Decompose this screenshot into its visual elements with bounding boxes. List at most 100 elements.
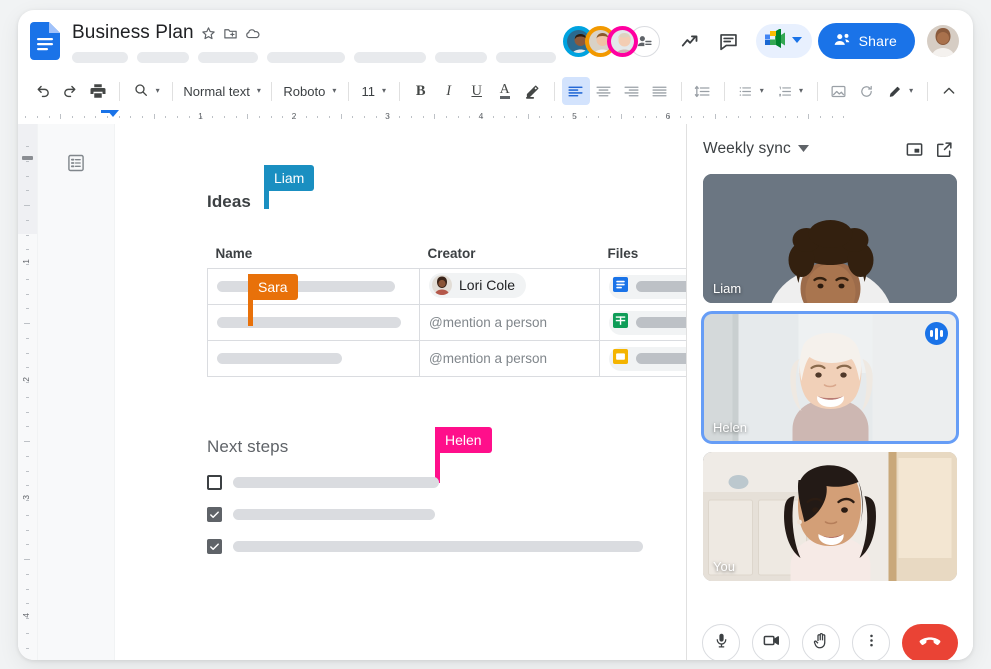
chevron-down-icon[interactable]: ▾ bbox=[257, 87, 261, 95]
insert-image-icon[interactable] bbox=[825, 77, 853, 105]
account-avatar[interactable] bbox=[927, 25, 959, 57]
zoom-control[interactable]: ▾ bbox=[127, 77, 165, 105]
print-button[interactable] bbox=[84, 77, 112, 105]
heading-ideas[interactable]: Ideas bbox=[207, 192, 251, 212]
underline-button[interactable]: U bbox=[463, 77, 491, 105]
collapse-toolbar-button[interactable] bbox=[935, 77, 963, 105]
activity-trend-icon[interactable] bbox=[672, 22, 710, 60]
chevron-down-icon[interactable]: ▾ bbox=[799, 87, 803, 95]
menu-bar[interactable] bbox=[72, 52, 556, 63]
cell-creator[interactable]: Lori Cole bbox=[419, 268, 600, 305]
chevron-down-icon[interactable] bbox=[791, 36, 802, 46]
cell-name[interactable] bbox=[207, 340, 420, 377]
menu-item[interactable] bbox=[496, 52, 556, 63]
chevron-down-icon[interactable]: ▾ bbox=[156, 87, 160, 95]
collaborator-avatars[interactable] bbox=[562, 25, 660, 57]
comment-history-icon[interactable] bbox=[710, 22, 748, 60]
redo-button[interactable] bbox=[56, 77, 84, 105]
microphone-button[interactable] bbox=[702, 624, 740, 660]
person-chip[interactable]: Lori Cole bbox=[429, 272, 527, 298]
audio-level-icon bbox=[925, 322, 948, 345]
participant-name: Liam bbox=[713, 281, 742, 296]
menu-item[interactable] bbox=[198, 52, 258, 63]
cell-creator[interactable]: @mention a person bbox=[419, 304, 600, 341]
start-meet-button[interactable] bbox=[755, 24, 812, 58]
cloud-saved-icon[interactable] bbox=[245, 26, 260, 41]
bold-button[interactable]: B bbox=[407, 77, 435, 105]
highlight-icon[interactable] bbox=[519, 77, 547, 105]
ruler-number: 2 bbox=[291, 111, 297, 121]
ruler-number: 5 bbox=[572, 111, 577, 121]
chevron-down-icon[interactable] bbox=[797, 140, 809, 158]
ruler-number: 2 bbox=[21, 377, 31, 382]
bulleted-list-icon[interactable]: ▾ bbox=[731, 77, 770, 105]
align-left-icon[interactable] bbox=[561, 77, 590, 105]
menu-item[interactable] bbox=[435, 52, 487, 63]
mention-placeholder[interactable]: @mention a person bbox=[429, 315, 547, 330]
menu-item[interactable] bbox=[72, 52, 128, 63]
more-options-button[interactable] bbox=[852, 624, 890, 660]
open-in-new-icon[interactable] bbox=[929, 134, 959, 164]
left-indent-marker[interactable] bbox=[107, 110, 119, 117]
checkbox-checked[interactable] bbox=[207, 507, 222, 522]
chevron-down-icon[interactable]: ▾ bbox=[760, 87, 764, 95]
align-center-icon[interactable] bbox=[590, 77, 618, 105]
font-family-dropdown[interactable]: Roboto ▾ bbox=[279, 77, 341, 105]
heading-next-steps[interactable]: Next steps bbox=[207, 437, 288, 457]
participant-tile-liam[interactable]: Liam bbox=[703, 174, 957, 303]
video-feed bbox=[703, 452, 957, 581]
numbered-list-icon[interactable]: ▾ bbox=[771, 77, 810, 105]
column-header-creator: Creator bbox=[427, 246, 476, 261]
menu-item[interactable] bbox=[354, 52, 426, 63]
meeting-title[interactable]: Weekly sync bbox=[703, 140, 791, 158]
mention-placeholder[interactable]: @mention a person bbox=[429, 351, 547, 366]
header-actions: Share bbox=[562, 22, 959, 60]
chevron-down-icon[interactable]: ▾ bbox=[382, 87, 386, 95]
collaborator-flag-label: Helen bbox=[445, 432, 482, 448]
title-block: Business Plan bbox=[72, 19, 556, 63]
checkbox-checked[interactable] bbox=[207, 539, 222, 554]
chevron-down-icon[interactable]: ▾ bbox=[332, 87, 336, 95]
ruler-number: 4 bbox=[478, 111, 484, 121]
picture-in-picture-icon[interactable] bbox=[899, 134, 929, 164]
checkbox-unchecked[interactable] bbox=[207, 475, 222, 490]
chevron-down-icon[interactable]: ▾ bbox=[909, 87, 913, 95]
participant-tile-you[interactable]: You bbox=[703, 452, 957, 581]
hang-up-icon bbox=[917, 628, 943, 659]
collaborator-flag-label: Liam bbox=[274, 170, 305, 186]
paragraph-style-dropdown[interactable]: Normal text ▾ bbox=[180, 77, 264, 105]
line-spacing-icon[interactable] bbox=[689, 77, 717, 105]
star-icon[interactable] bbox=[201, 26, 216, 41]
avatar[interactable] bbox=[606, 25, 638, 57]
avatar bbox=[432, 275, 452, 296]
placeholder-bar bbox=[233, 509, 435, 520]
participant-tile-helen[interactable]: Helen bbox=[701, 311, 959, 444]
placeholder-bar bbox=[233, 541, 643, 552]
horizontal-ruler[interactable]: 1 2 3 4 5 6 bbox=[18, 110, 973, 124]
move-to-folder-icon[interactable] bbox=[223, 26, 238, 41]
align-right-icon[interactable] bbox=[618, 77, 646, 105]
camera-button[interactable] bbox=[752, 624, 790, 660]
google-docs-file-icon bbox=[613, 276, 628, 297]
raise-hand-button[interactable] bbox=[802, 624, 840, 660]
align-justify-icon[interactable] bbox=[646, 77, 674, 105]
menu-item[interactable] bbox=[137, 52, 189, 63]
cell-creator[interactable]: @mention a person bbox=[419, 340, 600, 377]
text-color-button[interactable]: A bbox=[491, 77, 519, 105]
share-button[interactable]: Share bbox=[817, 23, 915, 59]
menu-item[interactable] bbox=[267, 52, 345, 63]
italic-button[interactable]: I bbox=[435, 77, 463, 105]
column-header-name: Name bbox=[215, 246, 253, 261]
call-controls bbox=[687, 607, 973, 660]
document-outline-icon[interactable] bbox=[63, 150, 89, 176]
top-margin-handle[interactable] bbox=[22, 156, 33, 160]
page-title[interactable]: Business Plan bbox=[72, 22, 194, 44]
edit-mode-button[interactable]: ▾ bbox=[881, 77, 920, 105]
google-docs-icon[interactable] bbox=[30, 22, 60, 60]
undo-button[interactable] bbox=[28, 77, 56, 105]
clear-formatting-icon[interactable] bbox=[853, 77, 881, 105]
vertical-ruler[interactable]: 1 2 3 4 bbox=[18, 124, 38, 660]
google-sheets-file-icon bbox=[613, 312, 628, 333]
end-call-button[interactable] bbox=[902, 624, 958, 660]
font-size-dropdown[interactable]: 11 ▾ bbox=[356, 77, 392, 105]
